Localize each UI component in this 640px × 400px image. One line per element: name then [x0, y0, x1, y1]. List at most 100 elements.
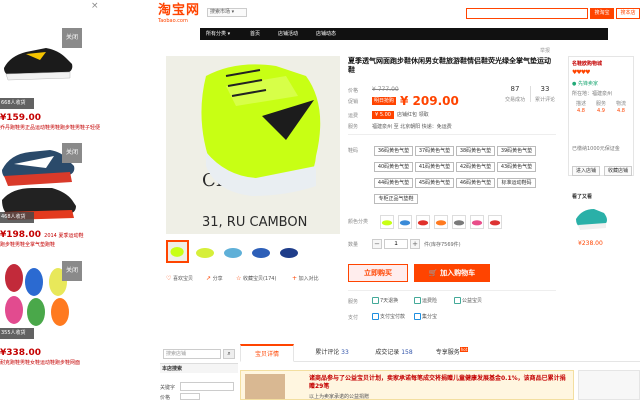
like-button[interactable]: ♡ 喜欢宝贝 [166, 275, 193, 282]
points-icon [414, 313, 421, 320]
nav-shop-news[interactable]: 店铺动态 [316, 28, 336, 40]
ad-item[interactable]: 关闭 668人收货 ¥159.00 乔丹跑鞋男正品运动鞋男鞋跑步鞋男鞋子轻便 [0, 28, 104, 136]
close-ad-button[interactable]: 关闭 [62, 28, 82, 48]
promo-badge: 明日抢购 [372, 97, 396, 105]
stock-info: 件(库存7569件) [424, 242, 461, 248]
score-label: 服务 [595, 101, 606, 107]
size-option[interactable]: 37码黄色气垫 [415, 146, 454, 156]
service-charity[interactable]: 公益宝贝 [454, 297, 482, 304]
quantity-decrease-button[interactable]: − [372, 239, 382, 249]
service-7day-return[interactable]: 7天退换 [372, 297, 398, 304]
favorite-button[interactable]: ☆ 收藏宝贝(174) [236, 275, 276, 282]
product-main-image[interactable]: CH NEL 31, RU CAMBON [166, 56, 340, 234]
store-name[interactable]: 名鞋欧购物城 [572, 60, 602, 67]
search-shop-button[interactable]: 搜本店 [616, 8, 640, 19]
shop-nav-bar: 所有分类 ▾ 首页 店铺活动 店铺动态 [200, 28, 608, 40]
nav-shop-events[interactable]: 店铺活动 [278, 28, 298, 40]
store-rating-hearts: ♥♥♥♥ [572, 69, 590, 76]
price-from-input[interactable] [180, 393, 200, 400]
nav-home[interactable]: 首页 [250, 28, 260, 40]
divider [348, 290, 556, 291]
quantity-input[interactable] [384, 239, 408, 249]
shipping-badge: ¥ 5.00 [372, 111, 394, 119]
enter-shop-button[interactable]: 进入店铺 [572, 166, 600, 176]
return-icon [372, 297, 379, 304]
size-option[interactable]: 标准运动鞋码 [497, 178, 536, 188]
color-swatch[interactable] [380, 215, 394, 229]
color-swatch[interactable] [416, 215, 430, 229]
color-swatch[interactable] [434, 215, 448, 229]
add-to-cart-button[interactable]: 🛒 加入购物车 [414, 264, 490, 282]
search-icon[interactable]: ⌕ [223, 349, 235, 359]
close-icon[interactable]: × [91, 1, 99, 11]
color-swatch[interactable] [398, 215, 412, 229]
review-count[interactable]: 33 [530, 85, 560, 93]
close-ad-button[interactable]: 关闭 [62, 261, 82, 281]
size-option[interactable]: 43码黄色气垫 [497, 162, 536, 172]
search-taobao-button[interactable]: 搜淘宝 [590, 8, 614, 19]
thumbnail-image[interactable] [222, 240, 245, 263]
shipping-text[interactable]: 店铺红包 领取 [397, 111, 429, 118]
banner-text: 诸商品参与了公益宝贝计划，卖家承诺每笔成交将捐赠儿童健康发展基金0.1%，该商品… [309, 375, 566, 390]
ad-item[interactable]: 关闭 355人收货 ¥338.00 耐克跑鞋男鞋女鞋运动鞋跑步鞋网面 [0, 258, 104, 400]
size-option[interactable]: 39码黄色气垫 [497, 146, 536, 156]
divider [348, 134, 556, 135]
close-ad-button[interactable]: 关闭 [62, 143, 82, 163]
thumbnail-image[interactable] [250, 240, 273, 263]
taobao-logo[interactable]: 淘宝网 [158, 4, 200, 18]
ad-item[interactable]: 468人收货 ¥198.00 2014 夏季运动鞋 跑步鞋男鞋全掌气垫跑鞋 [0, 186, 104, 256]
quantity-label: 数量 [348, 242, 359, 248]
shop-search-input[interactable]: 搜索店铺 [163, 349, 221, 359]
tab-transactions[interactable]: 成交记录 158 [370, 344, 418, 362]
size-option[interactable]: 40码黄色气垫 [374, 162, 413, 172]
score-value: 4.9 [597, 108, 605, 114]
thumbnail-image[interactable] [278, 240, 301, 263]
payment-alipay[interactable]: 支付宝付款 [372, 313, 405, 320]
tab-item-details[interactable]: 宝贝详情 [240, 344, 294, 362]
color-swatch[interactable] [470, 215, 484, 229]
star-icon: ☆ [236, 275, 242, 282]
ad-sold-count: 668人收货 [0, 98, 34, 109]
promo-price: ¥ 209.00 [400, 94, 459, 108]
service-shipping-insurance[interactable]: 运费险 [414, 297, 437, 304]
market-dropdown[interactable]: 搜索市场 ▾ [207, 8, 247, 17]
search-input[interactable] [466, 8, 588, 19]
size-option[interactable]: 45码黄色气垫 [415, 178, 454, 188]
tab-reviews[interactable]: 累计评论 33 [310, 344, 354, 362]
size-option[interactable]: 42码黄色气垫 [456, 162, 495, 172]
tab-exclusive-service[interactable]: 专享服务hot [430, 344, 474, 362]
favorite-shop-button[interactable]: 收藏店铺 [604, 166, 632, 176]
size-option[interactable]: 38码黄色气垫 [456, 146, 495, 156]
payment-points[interactable]: 集分宝 [414, 313, 437, 320]
compare-button[interactable]: + 加入对比 [292, 275, 319, 282]
color-swatch[interactable] [488, 215, 502, 229]
ad-description: 跑步鞋男鞋全掌气垫跑鞋 [0, 242, 56, 248]
size-option[interactable]: 专柜正品气垫鞋 [374, 194, 418, 204]
original-price: ¥ 777.00 [372, 86, 399, 93]
promo-label: 促销 [348, 99, 359, 105]
quantity-increase-button[interactable]: + [410, 239, 420, 249]
keyword-label: 关键字 [160, 385, 176, 391]
ad-description: 耐克跑鞋男鞋女鞋运动鞋跑步鞋网面 [0, 360, 81, 366]
color-swatch[interactable] [452, 215, 466, 229]
size-option[interactable]: 41码黄色气垫 [415, 162, 454, 172]
price-label: 价格 [348, 88, 359, 94]
thumbnail-image[interactable] [194, 240, 217, 263]
thumbnail-image[interactable] [166, 240, 189, 263]
charity-banner[interactable]: 诸商品参与了公益宝贝计划，卖家承诺每笔成交将捐赠儿童健康发展基金0.1%，该商品… [240, 370, 574, 400]
review-label[interactable]: 累计评论 [530, 96, 560, 103]
shop-search-title: 本店搜索 [160, 363, 238, 373]
payment-label: 支付 [348, 315, 359, 321]
store-info-panel: 名鞋欧购物城 ♥♥♥♥ ● 先锋卖家 所在地：福建泉州 描述 服务 物流 4.8… [568, 56, 634, 176]
share-button[interactable]: ↗ 分享 [206, 275, 223, 282]
nav-all-categories[interactable]: 所有分类 ▾ [206, 28, 230, 40]
svg-text:31, RU CAMBON: 31, RU CAMBON [202, 215, 307, 230]
also-viewed-image[interactable] [574, 203, 610, 233]
size-option[interactable]: 44码黄色气垫 [374, 178, 413, 188]
size-option[interactable]: 46码黄色气垫 [456, 178, 495, 188]
size-option[interactable]: 36码黄色气垫 [374, 146, 413, 156]
keyword-input[interactable] [180, 382, 234, 391]
report-link[interactable]: 举报 [540, 47, 550, 54]
delivery-info: 福建泉州 至 北京朝阳 快递：免运费 [372, 124, 452, 130]
buy-now-button[interactable]: 立即购买 [348, 264, 408, 282]
